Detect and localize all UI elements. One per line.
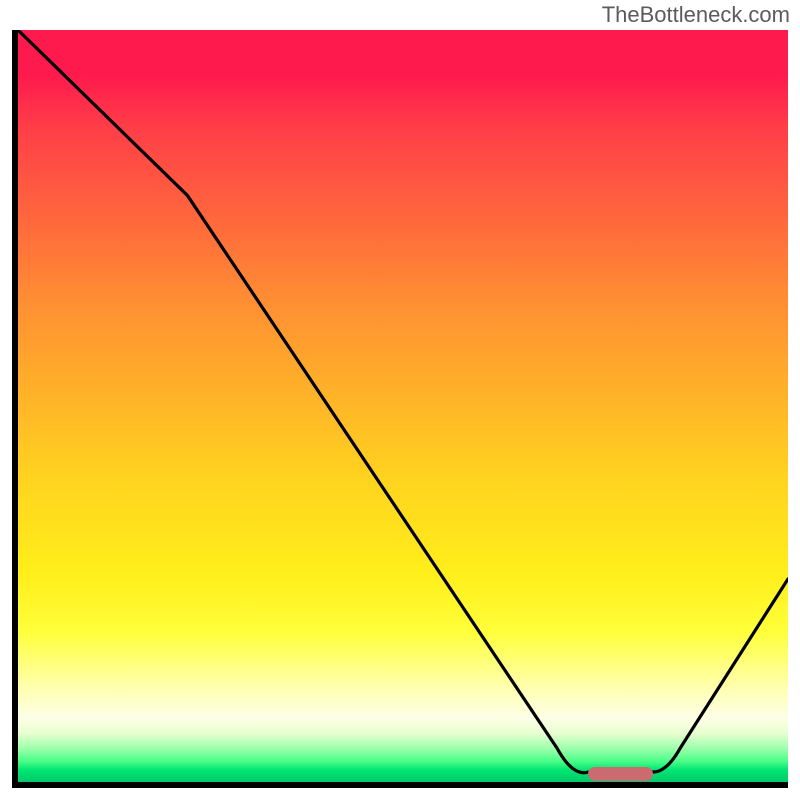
bottleneck-curve bbox=[18, 30, 788, 782]
watermark-text: TheBottleneck.com bbox=[602, 2, 790, 28]
optimal-range-marker bbox=[588, 767, 653, 781]
chart-area bbox=[12, 30, 788, 788]
